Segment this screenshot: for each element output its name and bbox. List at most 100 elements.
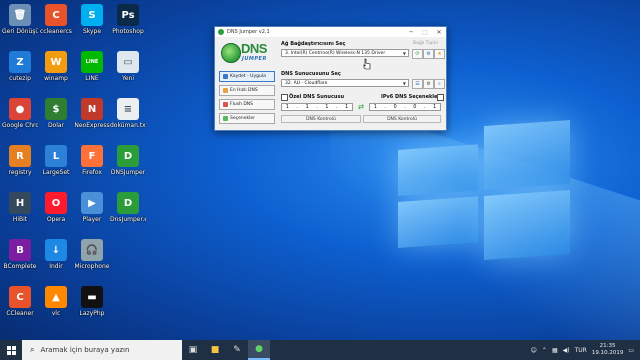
file-explorer-button[interactable]: ■ xyxy=(204,340,226,360)
desktop-icon[interactable]: D DNSJumper xyxy=(110,145,146,176)
minimize-icon[interactable]: ─ xyxy=(404,29,418,36)
task-view-button[interactable]: ▣ xyxy=(182,340,204,360)
desktop-icon[interactable]: Ps Photoshop xyxy=(110,4,146,35)
star-button[interactable]: ★ xyxy=(434,49,445,59)
desktop-app-icon: D xyxy=(117,145,139,167)
settings-button[interactable]: ⚙ xyxy=(423,79,434,89)
desktop-app-icon: S xyxy=(81,4,103,26)
ip-octet[interactable]: 1 xyxy=(345,104,348,110)
desktop-icon-label: Google Chrome xyxy=(2,122,38,129)
ip-octet[interactable]: 1 xyxy=(305,104,308,110)
ip-dot: . xyxy=(316,104,318,110)
volume-icon[interactable]: ◀) xyxy=(563,347,570,354)
desktop-icon[interactable]: ▬ LazyPhp xyxy=(74,286,110,317)
adapter-select[interactable]: 3. Intel(R) Centrino(R) Wireless-N 135 D… xyxy=(281,49,409,57)
network-tray-icon[interactable]: ▦ xyxy=(552,347,558,354)
ip-octet[interactable]: 1 xyxy=(325,104,328,110)
language-indicator[interactable]: TUR xyxy=(575,347,587,354)
desktop-icon-label: Dolar xyxy=(47,122,65,129)
chevron-down-icon: ▼ xyxy=(402,50,406,56)
desktop-icon[interactable]: H HiBit xyxy=(2,192,38,223)
desktop-icon-label: winamp xyxy=(44,75,68,82)
desktop-icon-label: doküman.txt xyxy=(110,122,146,129)
people-icon[interactable]: ☺ xyxy=(531,347,537,354)
desktop-icon-label: Player xyxy=(82,216,102,223)
desktop-icon[interactable]: L LargeSet xyxy=(38,145,74,176)
refresh-adapter-button[interactable]: ⟳ xyxy=(412,49,423,59)
ipv6-checkbox[interactable] xyxy=(437,94,444,101)
sidebar-button-icon xyxy=(223,102,228,107)
search-icon: ⌕ xyxy=(30,345,35,354)
sidebar-button-label: Flush DNS xyxy=(230,102,254,107)
dns-jumper-logo: DNS JUMPER xyxy=(221,41,273,67)
close-icon[interactable]: ✕ xyxy=(432,29,446,36)
desktop-app-icon: O xyxy=(45,192,67,214)
desktop-app-icon: D xyxy=(117,192,139,214)
desktop-app-icon: 🎧 xyxy=(81,239,103,261)
desktop-app-icon: L xyxy=(45,145,67,167)
search-box[interactable]: ⌕ Aramak için buraya yazın xyxy=(22,340,182,360)
ip-octet[interactable]: 1 xyxy=(286,104,289,110)
sidebar-button[interactable]: Flush DNS xyxy=(219,99,275,110)
search-dns-button[interactable]: ⌕ xyxy=(434,79,445,89)
desktop-icon[interactable]: ▶ Player xyxy=(74,192,110,223)
desktop-icon[interactable]: Rregistry xyxy=(2,145,38,176)
desktop-icon[interactable]: B BComplete xyxy=(2,239,38,270)
ip-octet[interactable]: 0 xyxy=(393,104,396,110)
network-button[interactable]: ⚙ xyxy=(423,49,434,59)
desktop-icon[interactable]: Zcutezip xyxy=(2,51,38,82)
logo-subtext: JUMPER xyxy=(242,56,267,62)
ip-octet[interactable]: 1 xyxy=(374,104,377,110)
dns-check-2[interactable]: DNS Kontrolü xyxy=(363,115,441,123)
dns-jumper-taskbar-button[interactable]: ● xyxy=(248,340,270,360)
desktop-icon[interactable]: S Skype xyxy=(74,4,110,35)
desktop-icon[interactable]: Wwinamp xyxy=(38,51,74,82)
sidebar-button[interactable]: Seçenekler xyxy=(219,113,275,124)
desktop-icon[interactable]: 🎧 Microphone xyxy=(74,239,110,270)
system-tray: ☺ ⌃ ▦ ◀) TUR 21:35 19.10.2019 ▭ xyxy=(531,340,634,360)
dns-jumper-icon: ● xyxy=(255,344,263,354)
ip-dot: . xyxy=(423,104,426,110)
custom-dns-checkbox[interactable] xyxy=(281,94,288,101)
chevron-down-icon: ▼ xyxy=(402,80,406,86)
window-title: DNS Jumper v2.1 xyxy=(227,29,270,35)
desktop-icon[interactable]: $ Dolar xyxy=(38,98,74,129)
desktop-icon-label: Microphone xyxy=(74,263,110,270)
desktop-icon[interactable]: ▭ Yeni xyxy=(110,51,146,82)
desktop-icon[interactable]: C CCleaner xyxy=(2,286,38,317)
sidebar-button-icon xyxy=(223,116,228,121)
folder-icon: ■ xyxy=(210,345,220,355)
desktop-icon[interactable]: D DnsJumper.exe xyxy=(110,192,146,223)
sidebar-button-label: Kaydet - Uygula xyxy=(230,74,266,79)
notification-icon[interactable]: ▭ xyxy=(628,347,634,354)
desktop-icon[interactable]: 🗑 Geri Dönüşüm... xyxy=(2,4,38,35)
desktop-icon[interactable]: O Opera xyxy=(38,192,74,223)
desktop-icon-label: CCleaner xyxy=(6,310,34,317)
dns-server-select[interactable]: 32. AU - Cloudflare ▼ xyxy=(281,79,409,87)
ip-octet[interactable]: 1 xyxy=(433,104,436,110)
chevron-up-icon[interactable]: ⌃ xyxy=(542,347,547,354)
sidebar-button[interactable]: Kaydet - Uygula xyxy=(219,71,275,82)
swap-dns-button[interactable]: ⇄ xyxy=(356,103,366,111)
maximize-icon[interactable]: □ xyxy=(418,29,432,36)
pin-app-button[interactable]: ✎ xyxy=(226,340,248,360)
desktop-icon[interactable]: ≡ doküman.txt xyxy=(110,98,146,129)
bagli-tipini-label: Bağlı Tipini xyxy=(413,41,438,46)
start-button[interactable] xyxy=(0,340,22,360)
window-titlebar[interactable]: DNS Jumper v2.1 ─ □ ✕ xyxy=(215,27,446,37)
clock[interactable]: 21:35 19.10.2019 xyxy=(592,343,624,357)
sidebar-button[interactable]: En Hızlı DNS xyxy=(219,85,275,96)
ip-octet[interactable]: 0 xyxy=(413,104,416,110)
desktop-icon[interactable]: ↓ Indir xyxy=(38,239,74,270)
desktop-icon[interactable]: Cccleanercs xyxy=(38,4,74,35)
desktop-icon[interactable]: ▲ vlc xyxy=(38,286,74,317)
desktop-icon[interactable]: N NeoExpress xyxy=(74,98,110,129)
primary-dns-input[interactable]: 1. 1. 1. 1 xyxy=(281,103,353,111)
secondary-dns-input[interactable]: 1. 0. 0. 1 xyxy=(369,103,441,111)
dns-check-1[interactable]: DNS Kontrolü xyxy=(281,115,361,123)
desktop-icon[interactable]: LINE LINE xyxy=(74,51,110,82)
desktop-icon[interactable]: ● Google Chrome xyxy=(2,98,38,129)
cursor-hand-icon xyxy=(363,58,371,70)
edit-list-button[interactable]: ☰ xyxy=(412,79,423,89)
desktop-icon[interactable]: F Firefox xyxy=(74,145,110,176)
